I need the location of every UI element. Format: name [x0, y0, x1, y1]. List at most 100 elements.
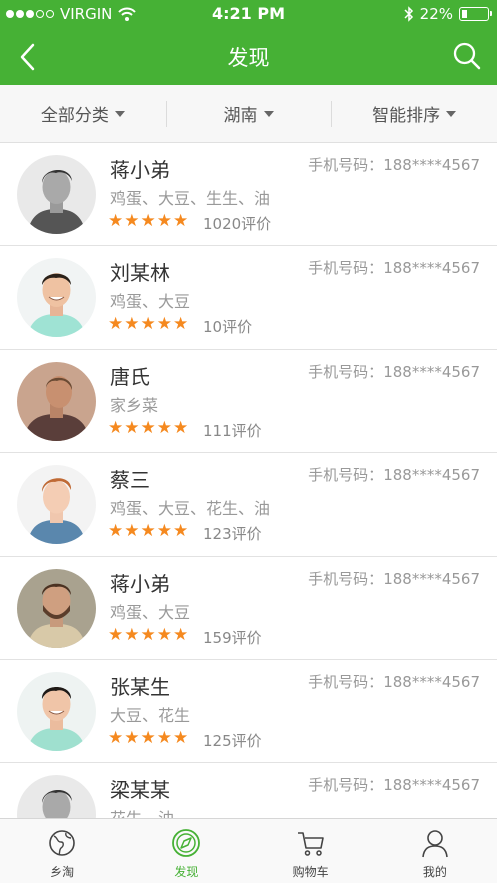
star-icon: ★ [124, 211, 140, 231]
star-icon: ★ [173, 417, 189, 438]
tab-mine[interactable]: 我的 [373, 819, 497, 883]
seller-name: 唐氏 [110, 364, 150, 389]
person-icon [422, 830, 448, 858]
avatar [17, 568, 96, 648]
star-icon: ★ [140, 727, 156, 748]
phone-number: 188****4567 [383, 362, 480, 381]
star-icon: ★ [108, 211, 124, 231]
review-count: 123评价 [203, 525, 262, 544]
phone-number: 188****4567 [383, 466, 480, 485]
star-icon: ★ [173, 521, 189, 542]
seller-products: 家乡菜 [110, 395, 159, 415]
avatar [17, 155, 96, 234]
globe-icon [49, 830, 75, 856]
tab-label: 我的 [422, 865, 447, 879]
star-icon: ★ [108, 417, 124, 438]
status-right: 22% [404, 5, 492, 23]
filter-region-label: 湖南 [223, 106, 258, 126]
battery-icon [459, 7, 492, 21]
bluetooth-icon [404, 6, 413, 22]
list-item[interactable]: 梁某某 花生、油 手机号码：188****4567 ★★★★★ [0, 763, 497, 818]
seller-list: 蒋小弟 鸡蛋、大豆、生生、油 手机号码：188****4567 ★ ★ ★ ★ ★ 10… [0, 143, 497, 818]
star-icon: ★ [124, 624, 140, 645]
seller-products: 花生、油 [110, 805, 174, 818]
tab-label: 乡淘 [50, 865, 75, 879]
review-count: 159评价 [203, 628, 262, 647]
star-icon: ★ [156, 314, 172, 335]
phone-label: 手机号码： [308, 156, 384, 174]
tab-bar: 乡淘 发现 购物车 我的 [0, 818, 497, 883]
list-item[interactable]: 张某生 大豆、花生 手机号码：188****4567 ★ ★ ★ ★ ★ 125评价 [0, 659, 497, 764]
avatar [17, 258, 96, 338]
list-item[interactable]: 蒋小弟 鸡蛋、大豆 手机号码：188****4567 ★ ★ ★ ★ ★ 159评价 [0, 556, 497, 660]
list-item[interactable]: 蔡三 鸡蛋、大豆、花生、油 手机号码：188****4567 ★ ★ ★ ★ ★ 123… [0, 453, 497, 557]
seller-name: 蒋小弟 [110, 158, 170, 182]
star-icon: ★ [124, 727, 140, 748]
phone-label: 手机号码： [308, 259, 384, 278]
filter-region[interactable]: 湖南 [165, 85, 332, 143]
phone-number: 188****4567 [383, 569, 480, 588]
status-bar: VIRGIN 4:21 PM 22% [0, 0, 497, 28]
star-icon: ★ [140, 624, 156, 645]
tab-label: 发现 [174, 865, 199, 879]
seller-name: 蒋小弟 [110, 571, 170, 596]
caret-down-icon [446, 110, 457, 117]
avatar [17, 671, 96, 751]
seller-name: 刘某林 [110, 261, 170, 286]
phone-number: 188****4567 [383, 156, 480, 174]
star-icon: ★ [124, 521, 140, 542]
phone-label: 手机号码： [308, 776, 384, 795]
seller-products: 鸡蛋、大豆 [110, 602, 191, 622]
star-icon: ★ [140, 417, 156, 438]
rating-stars: ★ ★ ★ ★ ★ [108, 316, 188, 333]
caret-down-icon [263, 110, 274, 117]
star-icon: ★ [173, 211, 189, 231]
filter-category[interactable]: 全部分类 [0, 85, 166, 143]
phone-label: 手机号码： [308, 569, 384, 588]
phone-number: 188****4567 [383, 672, 480, 691]
phone-label: 手机号码： [308, 672, 384, 691]
avatar [17, 775, 96, 818]
seller-phone: 手机号码：188****4567 [308, 361, 480, 382]
tab-cart[interactable]: 购物车 [249, 819, 373, 883]
seller-phone: 手机号码：188****4567 [308, 464, 480, 485]
seller-phone: 手机号码：188****4567 [308, 154, 480, 175]
seller-phone: 手机号码：188****4567 [308, 671, 480, 692]
star-icon: ★ [140, 521, 156, 542]
review-count: 125评价 [203, 731, 262, 750]
page-title: 发现 [227, 46, 270, 70]
seller-products: 大豆、花生 [110, 705, 191, 725]
seller-name: 张某生 [110, 674, 170, 699]
rating-stars: ★ ★ ★ ★ ★ [108, 727, 188, 748]
seller-products: 鸡蛋、大豆 [110, 292, 191, 312]
tab-xiangtao[interactable]: 乡淘 [0, 819, 124, 883]
star-icon: ★ [108, 624, 124, 645]
phone-number: 188****4567 [383, 776, 480, 795]
list-item[interactable]: 蒋小弟 鸡蛋、大豆、生生、油 手机号码：188****4567 ★ ★ ★ ★ ★ 10… [0, 143, 497, 247]
rating-stars: ★ ★ ★ ★ ★ [108, 213, 188, 230]
seller-phone: 手机号码：188****4567 [308, 257, 480, 278]
battery-percent: 22% [419, 5, 453, 23]
seller-name: 梁某某 [110, 778, 170, 803]
list-item[interactable]: 刘某林 鸡蛋、大豆 手机号码：188****4567 ★ ★ ★ ★ ★ 10评价 [0, 246, 497, 350]
search-icon[interactable] [451, 40, 483, 72]
review-count: 111评价 [203, 421, 262, 440]
review-count: 1020评价 [203, 215, 272, 233]
review-count: 10评价 [203, 318, 253, 337]
star-icon: ★ [140, 211, 156, 231]
list-item[interactable]: 唐氏 家乡菜 手机号码：188****4567 ★ ★ ★ ★ ★ 111评价 [0, 349, 497, 454]
phone-number: 188****4567 [383, 259, 480, 278]
seller-products: 鸡蛋、大豆、生生、油 [110, 189, 271, 208]
filter-bar: 全部分类 湖南 智能排序 [0, 85, 497, 143]
seller-products: 鸡蛋、大豆、花生、油 [110, 499, 271, 519]
compass-icon [172, 829, 201, 857]
star-icon: ★ [124, 314, 140, 335]
nav-bar: 发现 [0, 28, 497, 85]
filter-sort[interactable]: 智能排序 [331, 85, 497, 143]
star-icon: ★ [108, 727, 124, 748]
rating-stars: ★ ★ ★ ★ ★ [108, 523, 188, 540]
tab-discover[interactable]: 发现 [124, 819, 248, 883]
cart-icon [297, 832, 324, 856]
avatar [17, 465, 96, 545]
seller-phone: 手机号码：188****4567 [308, 774, 480, 795]
